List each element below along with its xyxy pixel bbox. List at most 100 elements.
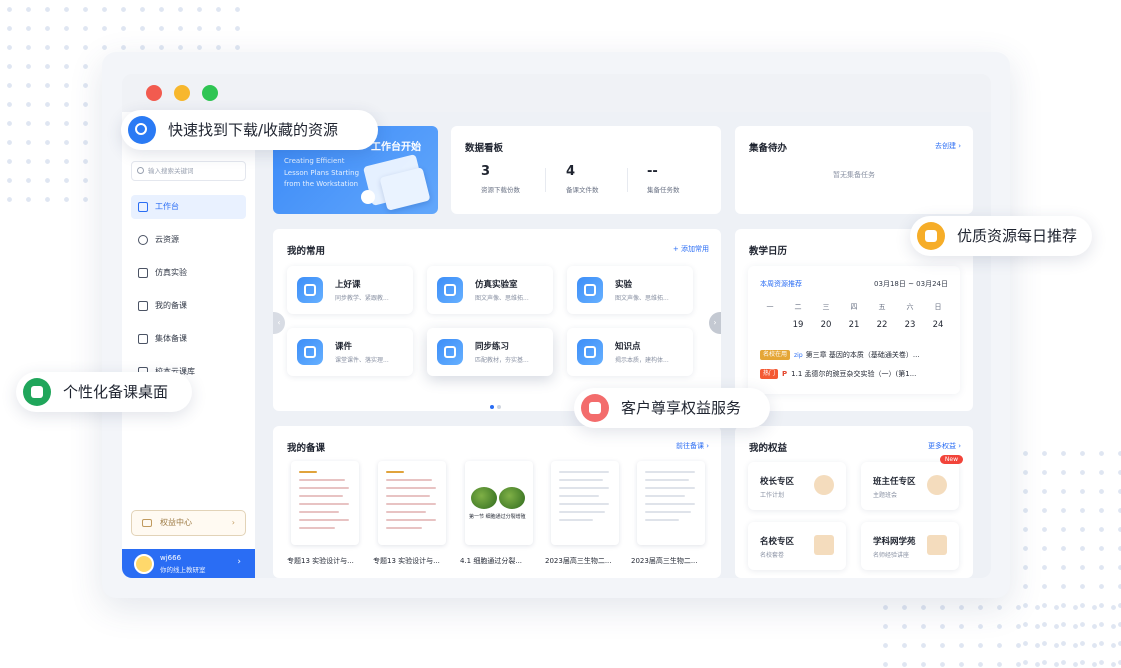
calendar-day[interactable]: 20 (816, 318, 836, 332)
recommend-item[interactable]: 热门 P 1.1 孟德尔的豌豆杂交实验（一）(第1... (760, 369, 916, 379)
tile-desc: 图文声像、思维拓... (615, 295, 669, 302)
search-input[interactable]: 输入搜索关键词 (131, 161, 246, 181)
sidebar-item-workbench[interactable]: 工作台 (131, 195, 246, 219)
sidebar-item-group-lessons[interactable]: 集体备课 (131, 327, 246, 351)
card-title: 我的备课 (287, 443, 326, 454)
doc-line (559, 503, 609, 505)
knowledge-icon (577, 339, 603, 365)
benefit-center-button[interactable]: 权益中心 › (131, 510, 246, 536)
frequent-card: 我的常用 + 添加常用 (273, 229, 721, 411)
calendar-day[interactable]: 24 (928, 318, 948, 332)
banner-title: 工作台开始 (371, 142, 421, 153)
user-profile[interactable]: wj666 你的线上教研室 › (122, 549, 255, 578)
doc-line (386, 471, 404, 473)
doc-line (386, 495, 430, 497)
benefit-head-teacher[interactable]: New 班主任专区 主题班会 (861, 455, 963, 510)
principal-icon (814, 475, 834, 495)
new-badge: New (939, 455, 963, 464)
recommend-title: 1.1 孟德尔的豌豆杂交实验（一）(第1... (791, 370, 917, 378)
sidebar-item-simulation[interactable]: 仿真实验 (131, 261, 246, 285)
callout-text: 客户尊享权益服务 (621, 399, 742, 417)
stat-label: 集备任务数 (647, 186, 680, 194)
flask-icon (138, 268, 148, 278)
doc-line (299, 487, 349, 489)
pager-dot[interactable] (497, 405, 501, 409)
sidebar-item-label: 我的备课 (155, 301, 187, 310)
lesson-thumbnail[interactable] (291, 461, 359, 545)
create-link[interactable]: 去创建 › (935, 141, 961, 151)
sidebar-item-cloud[interactable]: 云资源 (131, 228, 246, 252)
doc-line (299, 471, 317, 473)
search-icon (128, 116, 156, 144)
recommend-item[interactable]: 名校在用 zip 第三章 基因的本质（基础通关卷）... (760, 350, 920, 360)
classroom-icon (297, 277, 323, 303)
close-window-button[interactable] (146, 85, 162, 101)
weekday-label: 一 (766, 303, 774, 311)
badge-icon (361, 190, 375, 204)
benefit-desc: 工作计划 (760, 492, 785, 499)
lesson-title[interactable]: 2023届高三生物二... (631, 556, 698, 566)
calendar-day[interactable]: 21 (844, 318, 864, 332)
teacher-icon (927, 475, 947, 495)
lesson-title[interactable]: 专题13 实验设计与... (373, 556, 440, 566)
go-lessons-link[interactable]: 前往备课 › (676, 441, 709, 451)
frequent-tile[interactable]: 课件 课堂课件、落实理... (287, 328, 413, 376)
callout-text: 快速找到下载/收藏的资源 (168, 121, 339, 139)
recommend-label: 本周资源推荐 (760, 280, 802, 288)
doc-line (299, 479, 345, 481)
weekday-label: 四 (850, 303, 858, 311)
benefit-academy[interactable]: 学科网学苑 名师经验讲座 (861, 522, 959, 570)
doc-line (559, 479, 603, 481)
link-label: 前往备课 (675, 442, 704, 450)
lesson-thumbnail[interactable] (551, 461, 619, 545)
callout-quick-search: 快速找到下载/收藏的资源 (121, 110, 378, 150)
chevron-right-icon: › (237, 557, 241, 567)
doc-line (559, 495, 599, 497)
minimize-window-button[interactable] (174, 85, 190, 101)
school-building-icon (814, 535, 834, 555)
school-badge: 名校在用 (760, 350, 791, 360)
frequent-tile[interactable]: 仿真实验室 图文声像、思维拓... (427, 266, 553, 314)
lesson-thumbnail[interactable]: 第一节 细胞通过分裂增殖 (465, 461, 533, 545)
doc-line (386, 519, 436, 521)
add-frequent-link[interactable]: + 添加常用 (673, 244, 709, 254)
more-benefits-link[interactable]: 更多权益 › (928, 441, 961, 451)
frequent-tile[interactable]: 实验 图文声像、思维拓... (567, 266, 693, 314)
doc-line (386, 479, 432, 481)
pager-dot[interactable] (490, 405, 494, 409)
frequent-tile[interactable]: 知识点 揭示本质，建构体... (567, 328, 693, 376)
weekday-label: 二 (794, 303, 802, 311)
thumbs-up-icon (917, 222, 945, 250)
card-title: 我的常用 (287, 246, 326, 257)
frequent-tile[interactable]: 同步练习 匹配教材，夯实基... (427, 328, 553, 376)
tile-name: 上好课 (335, 280, 361, 290)
calendar-day[interactable]: 19 (788, 318, 808, 332)
shirt-icon (23, 378, 51, 406)
lesson-thumbnail[interactable] (637, 461, 705, 545)
hot-badge: 热门 (760, 369, 779, 379)
callout-vip-service: 客户尊享权益服务 (574, 388, 770, 428)
sidebar-item-my-lessons[interactable]: 我的备课 (131, 294, 246, 318)
courseware-icon (297, 339, 323, 365)
benefit-famous-school[interactable]: 名校专区 名校套卷 (748, 522, 846, 570)
window-titlebar (122, 74, 991, 112)
lesson-title[interactable]: 专题13 实验设计与... (287, 556, 354, 566)
benefit-principal[interactable]: 校长专区 工作计划 (748, 462, 846, 510)
calendar-day-today[interactable]: 18 (760, 317, 780, 333)
zip-file-icon: zip (794, 352, 803, 359)
tile-name: 实验 (615, 280, 633, 290)
doc-line (386, 487, 436, 489)
calendar-day[interactable]: 22 (872, 318, 892, 332)
weekday-label: 日 (934, 303, 942, 311)
doc-line (559, 511, 605, 513)
frequent-tile[interactable]: 上好课 同步教学、紧跟教... (287, 266, 413, 314)
doc-line (645, 503, 695, 505)
lesson-title[interactable]: 2023届高三生物二... (545, 556, 612, 566)
calendar-day[interactable]: 23 (900, 318, 920, 332)
doc-line (386, 511, 426, 513)
card-title: 教学日历 (749, 246, 788, 257)
sidebar: 输入搜索关键词 工作台 云资源 仿真实验 我的备课 集体备课 校本云课库 权 (122, 112, 255, 578)
lesson-thumbnail[interactable] (378, 461, 446, 545)
lesson-title[interactable]: 4.1 细胞通过分裂... (460, 556, 522, 566)
maximize-window-button[interactable] (202, 85, 218, 101)
